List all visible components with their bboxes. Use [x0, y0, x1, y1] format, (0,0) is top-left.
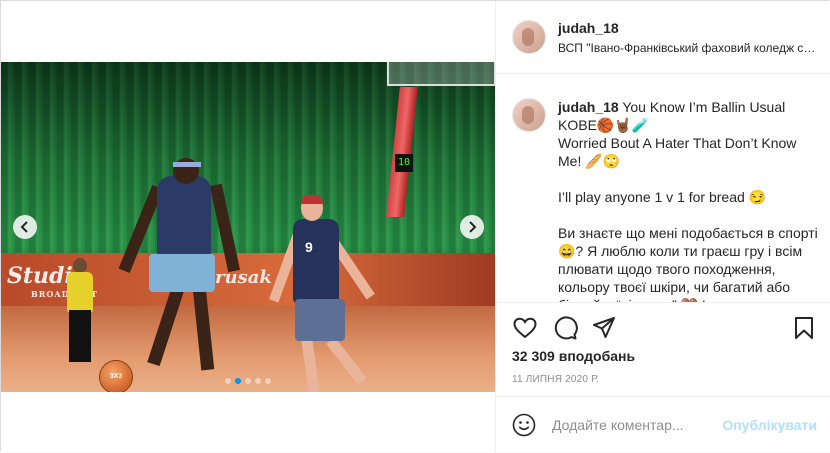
post-location[interactable]: ВСП "Івано-Франківський фаховий коледж с…	[558, 41, 816, 55]
post-photo[interactable]: Studio BROADCAST rusak 10 9 3X3	[1, 62, 495, 392]
referee-head	[73, 258, 87, 273]
dribbler-leg-right	[192, 287, 215, 371]
dribbler-leg-left	[147, 287, 184, 367]
post-header: judah_18 ВСП "Івано-Франківський фаховий…	[496, 1, 830, 74]
curtain-backdrop	[1, 62, 495, 267]
defender-hair	[301, 195, 323, 204]
post-comment-button[interactable]: Опублікувати	[722, 417, 817, 433]
basketball-backboard	[387, 62, 495, 86]
next-slide-button[interactable]	[460, 215, 484, 239]
likes-count[interactable]: 32 309 вподобань	[512, 348, 635, 364]
like-button[interactable]	[512, 315, 538, 341]
referee-pants	[69, 310, 91, 362]
defender-jersey	[293, 219, 339, 303]
defender-shorts	[295, 299, 345, 341]
carousel-dot	[255, 378, 261, 384]
bookmark-icon	[795, 317, 813, 339]
post-sidebar: judah_18 ВСП "Івано-Франківський фаховий…	[495, 1, 830, 452]
carousel-dot	[235, 378, 241, 384]
shot-clock: 10	[395, 154, 413, 172]
comment-bar: Опублікувати	[496, 396, 830, 453]
share-button[interactable]	[591, 315, 617, 341]
post-card: Studio BROADCAST rusak 10 9 3X3 judah_18…	[0, 0, 830, 452]
caption-section: judah_18 You Know I’m Ballin Usual KOBE🏀…	[496, 74, 830, 302]
dribbler-shorts	[149, 254, 215, 292]
header-username[interactable]: judah_18	[558, 20, 619, 36]
carousel-dot	[225, 378, 231, 384]
chevron-right-icon	[469, 221, 477, 233]
action-bar	[496, 302, 830, 349]
carousel-indicator	[1, 371, 495, 389]
comment-input[interactable]	[552, 414, 727, 436]
referee-figure	[65, 258, 93, 368]
carousel-dot	[265, 378, 271, 384]
caption-body: You Know I’m Ballin Usual KOBE🏀🤘🏾🧪 Worri…	[558, 99, 818, 302]
carousel-dot	[245, 378, 251, 384]
media-area: Studio BROADCAST rusak 10 9 3X3	[1, 1, 495, 452]
dribbling-player	[118, 158, 241, 378]
chevron-left-icon	[20, 221, 28, 233]
dribbler-headband	[173, 162, 201, 167]
save-button[interactable]	[791, 315, 817, 341]
caption-username[interactable]: judah_18	[558, 99, 619, 115]
comment-icon	[554, 316, 578, 340]
comment-button[interactable]	[552, 315, 578, 341]
emoji-button[interactable]	[512, 413, 536, 437]
defender-jersey-number: 9	[305, 239, 313, 255]
smiley-icon	[512, 413, 536, 437]
avatar[interactable]	[512, 20, 546, 54]
previous-slide-button[interactable]	[13, 215, 37, 239]
defender-player: 9	[268, 195, 387, 392]
post-date[interactable]: 11 ЛИПНЯ 2020 Р.	[512, 374, 599, 385]
heart-icon	[513, 317, 537, 339]
caption-avatar[interactable]	[512, 98, 546, 132]
share-icon	[593, 317, 615, 338]
referee-shirt	[67, 272, 93, 312]
caption-text-block: judah_18 You Know I’m Ballin Usual KOBE🏀…	[558, 98, 820, 302]
dribbler-jersey	[157, 176, 211, 258]
